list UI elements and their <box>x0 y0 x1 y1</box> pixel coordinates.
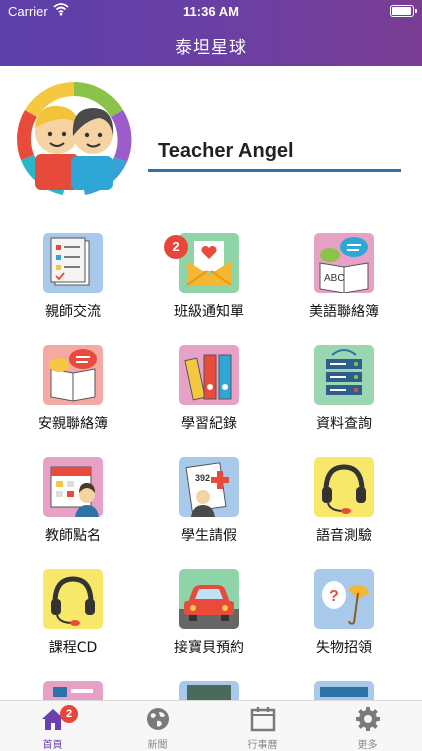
tile-lost-and-found[interactable]: ? 失物招領 <box>274 562 414 674</box>
partial-tile-icon <box>43 681 103 700</box>
partial-tile-icon <box>179 681 239 700</box>
chat-notebook-icon <box>43 345 103 405</box>
envelope-heart-icon <box>179 233 239 293</box>
tab-calendar[interactable]: 行事曆 <box>210 701 315 751</box>
notification-badge: 2 <box>60 705 78 723</box>
tile-label: 教師點名 <box>45 528 101 544</box>
tile-label: 學習紀錄 <box>181 416 237 432</box>
svg-text:ABC: ABC <box>324 273 345 284</box>
chat-book-icon: ABC <box>314 233 374 293</box>
headset-icon <box>314 457 374 517</box>
globe-icon <box>145 706 171 732</box>
svg-text:392: 392 <box>195 473 210 483</box>
tile-english-contact-book[interactable]: ABC 美語聯絡簿 <box>274 226 414 338</box>
lost-umbrella-icon: ? <box>314 569 374 629</box>
tile-voice-test[interactable]: 語音測驗 <box>274 450 414 562</box>
partial-tile-icon <box>314 681 374 700</box>
tab-news[interactable]: 新聞 <box>105 701 210 751</box>
clock: 11:36 AM <box>183 4 239 19</box>
tile-label: 安親聯絡簿 <box>38 416 108 432</box>
tile-label: 語音測驗 <box>316 528 372 544</box>
tab-bar: 2 首頁 新聞 行事曆 更多 <box>0 700 422 751</box>
tab-label: 新聞 <box>147 740 168 751</box>
tab-label: 更多 <box>357 740 378 751</box>
headset-icon <box>43 569 103 629</box>
tile-label: 學生請假 <box>181 528 237 544</box>
tile-after-school-contact-book[interactable]: 安親聯絡簿 <box>3 338 143 450</box>
feature-grid: 親師交流 班級通知單 2 ABC 美語聯絡簿 安親聯絡簿 學習紀錄 資料查詢 教… <box>0 226 422 700</box>
tile-label: 資料查詢 <box>316 416 372 432</box>
tab-more[interactable]: 更多 <box>315 701 420 751</box>
calendar-teacher-icon <box>43 457 103 517</box>
tile-label: 課程CD <box>48 640 98 656</box>
tab-home[interactable]: 2 首頁 <box>0 701 105 751</box>
name-underline <box>148 169 401 172</box>
tile-label: 親師交流 <box>45 304 101 320</box>
tile-data-query[interactable]: 資料查詢 <box>274 338 414 450</box>
tile-student-leave[interactable]: 392 學生請假 <box>139 450 279 562</box>
page-title: 泰坦星球 <box>175 38 247 58</box>
svg-text:?: ? <box>329 588 339 605</box>
navigation-bar: 泰坦星球 <box>0 22 422 66</box>
tile-parent-teacher-exchange[interactable]: 親師交流 <box>3 226 143 338</box>
tile-learning-records[interactable]: 學習紀錄 <box>139 338 279 450</box>
teacher-name: Teacher Angel <box>158 140 294 162</box>
profile-header: Teacher Angel <box>0 66 422 206</box>
tab-label: 行事曆 <box>247 740 278 751</box>
status-bar: Carrier 11:36 AM <box>0 0 422 22</box>
tile-class-notice[interactable]: 班級通知單 <box>139 226 279 338</box>
tile-label: 美語聯絡簿 <box>309 304 379 320</box>
tile-label: 班級通知單 <box>174 304 244 320</box>
battery-icon <box>390 5 417 17</box>
calendar-icon <box>250 706 276 732</box>
binders-icon <box>179 345 239 405</box>
tile-course-cd[interactable]: 課程CD <box>3 562 143 674</box>
tile-teacher-roll-call[interactable]: 教師點名 <box>3 450 143 562</box>
medical-note-icon: 392 <box>179 457 239 517</box>
notification-badge: 2 <box>164 235 188 259</box>
checklist-icon <box>43 233 103 293</box>
teachers-avatar-icon[interactable] <box>15 80 133 198</box>
tile-label: 接寶貝預約 <box>174 640 244 656</box>
tile-label: 失物招領 <box>316 640 372 656</box>
gear-icon <box>355 706 381 732</box>
tile-pickup-reservation[interactable]: 接寶貝預約 <box>139 562 279 674</box>
tab-label: 首頁 <box>42 740 63 751</box>
server-icon <box>314 345 374 405</box>
car-icon <box>179 569 239 629</box>
